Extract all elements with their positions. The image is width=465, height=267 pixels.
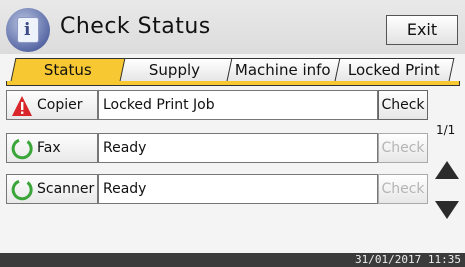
scroll-up-arrow-icon[interactable] [430, 155, 464, 185]
status-text: Locked Print Job [103, 97, 215, 113]
list-item-fax: Fax Ready Check [6, 133, 430, 163]
device-label: Copier [37, 97, 83, 113]
page-indicator: 1/1 [436, 123, 456, 137]
tab-label: Locked Print [348, 61, 440, 79]
ready-ring-icon [11, 179, 33, 201]
tab-supply[interactable]: Supply [117, 58, 233, 81]
info-app-icon [6, 8, 50, 52]
page-title: Check Status [60, 14, 211, 39]
tab-machine-info[interactable]: Machine info [225, 58, 341, 81]
timestamp: 31/01/2017 11:35 [355, 253, 461, 266]
tab-bar: Locked Print Machine info Supply Status [0, 58, 465, 82]
tab-label: Supply [149, 61, 201, 79]
status-cell: Ready [98, 133, 378, 163]
status-cell: Locked Print Job [98, 90, 378, 120]
device-name-cell: Fax [6, 133, 98, 163]
check-status-screen: Check Status Exit Locked Print Machine i… [0, 0, 465, 267]
check-button-scanner[interactable]: Check [378, 174, 428, 204]
exit-button[interactable]: Exit [386, 15, 458, 45]
check-button-copier[interactable]: Check [378, 90, 428, 120]
tab-underline [6, 81, 460, 86]
tab-locked-print[interactable]: Locked Print [333, 58, 455, 81]
device-name-cell: Copier [6, 90, 98, 120]
title-bar: Check Status Exit [0, 0, 465, 54]
list-item-copier: Copier Locked Print Job Check [6, 90, 430, 120]
tab-label: Machine info [235, 61, 331, 79]
tab-status[interactable]: Status [10, 58, 126, 81]
device-label: Scanner [37, 181, 95, 197]
scroll-down-arrow-icon[interactable] [430, 195, 464, 225]
check-button-fax[interactable]: Check [378, 133, 428, 163]
tab-label: Status [43, 61, 92, 79]
device-name-cell: Scanner [6, 174, 98, 204]
ready-ring-icon [11, 138, 33, 160]
device-label: Fax [37, 140, 61, 156]
warning-icon [12, 96, 32, 116]
status-bar: 31/01/2017 11:35 [0, 253, 465, 267]
list-item-scanner: Scanner Ready Check [6, 174, 430, 204]
status-cell: Ready [98, 174, 378, 204]
status-text: Ready [103, 181, 147, 197]
status-text: Ready [103, 140, 147, 156]
